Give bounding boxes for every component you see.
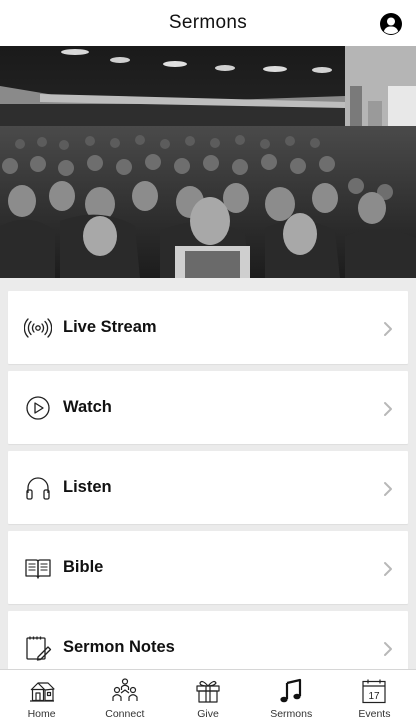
chevron-right-icon: [384, 642, 392, 656]
menu-item-bible[interactable]: Bible: [8, 531, 408, 604]
notepad-pencil-icon: [26, 636, 52, 661]
chevron-right-icon: [384, 482, 392, 496]
menu-item-label: Bible: [63, 558, 104, 576]
menu-item-label: Live Stream: [63, 318, 157, 336]
chevron-right-icon: [384, 402, 392, 416]
house-icon: [29, 682, 55, 702]
menu-item-listen[interactable]: Listen: [8, 451, 408, 524]
page-title: Sermons: [168, 12, 248, 33]
open-book-icon: [25, 559, 51, 579]
tab-events[interactable]: 17 Events: [333, 670, 416, 720]
music-note-icon: [280, 678, 302, 703]
tab-label: Give: [197, 708, 219, 720]
sermons-menu: Live Stream Watch Listen Bible Sermon No…: [8, 291, 408, 691]
hero-image: [0, 46, 416, 278]
menu-item-live-stream[interactable]: Live Stream: [8, 291, 408, 364]
people-icon: [112, 678, 138, 701]
congregation-photo: [0, 46, 416, 278]
tab-give[interactable]: Give: [166, 670, 249, 720]
tab-sermons[interactable]: Sermons: [250, 670, 333, 720]
top-bar: Sermons: [0, 0, 416, 46]
calendar-day-number: 17: [369, 691, 381, 702]
profile-button[interactable]: [379, 12, 403, 36]
tab-label: Events: [358, 708, 391, 720]
tab-label: Sermons: [270, 708, 313, 720]
gift-icon: [196, 680, 220, 703]
calendar-icon: 17: [362, 679, 387, 704]
menu-item-label: Listen: [63, 478, 112, 496]
play-circle-icon: [26, 396, 50, 420]
bottom-tab-bar: Home Connect Give Sermons 17 Events: [0, 669, 416, 720]
tab-label: Connect: [105, 708, 145, 720]
broadcast-icon: [24, 318, 52, 338]
chevron-right-icon: [384, 562, 392, 576]
menu-item-label: Watch: [63, 398, 112, 416]
user-circle-icon: [380, 13, 402, 35]
menu-item-watch[interactable]: Watch: [8, 371, 408, 444]
chevron-right-icon: [384, 322, 392, 336]
tab-home[interactable]: Home: [0, 670, 83, 720]
menu-item-label: Sermon Notes: [63, 638, 175, 656]
tab-label: Home: [27, 708, 56, 720]
tab-connect[interactable]: Connect: [83, 670, 166, 720]
headphones-icon: [26, 477, 50, 500]
